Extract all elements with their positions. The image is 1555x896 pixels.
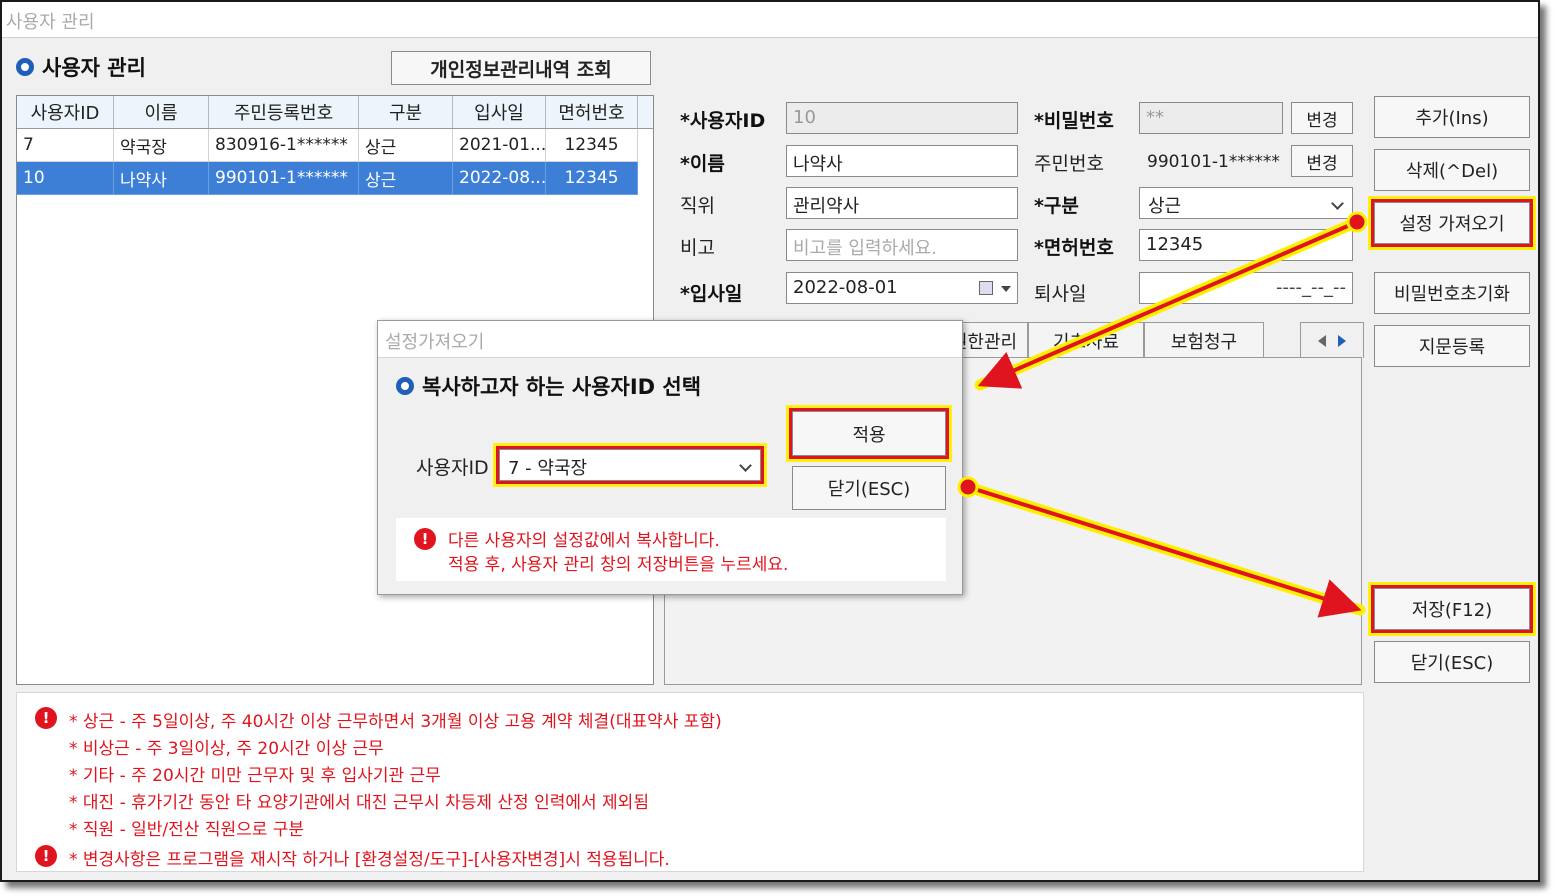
cell-name: 나약사 [114,162,209,195]
warning-icon: ! [35,845,57,867]
col-license[interactable]: 면허번호 [546,96,638,128]
memo-field[interactable]: 비고를 입력하세요. [786,229,1018,261]
fingerprint-button[interactable]: 지문등록 [1374,325,1530,367]
cell-join-date: 2022-08... [453,162,546,195]
tab-scroll-buttons [1300,322,1364,358]
tab-insurance-claim[interactable]: 보험청구 [1144,322,1264,358]
password-change-button[interactable]: 변경 [1291,102,1353,134]
delete-button[interactable]: 삭제(^Del) [1374,149,1530,191]
note-substitute: * 대진 - 휴가기간 동안 타 요양기관에서 대진 근무시 차등제 산정 인력… [69,793,649,813]
arrow-right-icon[interactable] [1338,334,1346,347]
cell-user-id: 10 [17,162,114,195]
cell-license: 12345 [546,162,638,195]
password-label: *비밀번호 [1034,110,1114,132]
notes-panel: ! * 상근 - 주 5일이상, 주 40시간 이상 근무하면서 3개월 이상 … [16,692,1364,872]
name-field[interactable]: 나약사 [786,145,1018,177]
join-date-value: 2022-08-01 [793,277,898,298]
chevron-down-icon [1331,197,1344,210]
note-apply-changes: * 변경사항은 프로그램을 재시작 하거나 [환경설정/도구]-[사용자변경]시… [69,850,670,870]
arrow-left-icon[interactable] [1318,334,1326,347]
rrn-change-button[interactable]: 변경 [1291,145,1353,177]
rrn-value: 990101-1****** [1147,152,1280,172]
window-title: 사용자 관리 [6,12,95,33]
leave-date-field[interactable]: ----_--_-- [1139,272,1353,304]
close-button[interactable]: 닫기(ESC) [1374,641,1530,683]
user-management-window: 사용자 관리 사용자 관리 개인정보관리내역 조회 사용자ID 이름 주민등록번… [0,0,1540,882]
note-fulltime: * 상근 - 주 5일이상, 주 40시간 이상 근무하면서 3개월 이상 고용… [69,712,722,732]
dialog-close-button[interactable]: 닫기(ESC) [792,466,946,510]
col-name[interactable]: 이름 [114,96,209,128]
source-user-select[interactable]: 7 - 약국장 [496,446,764,484]
cell-join-date: 2021-01... [453,129,546,162]
section-title-text: 사용자 관리 [42,56,146,80]
rrn-label: 주민번호 [1034,153,1104,175]
chevron-down-icon [739,459,752,472]
table-row-selected[interactable]: 10 나약사 990101-1****** 상근 2022-08... 1234… [17,162,653,195]
license-field[interactable]: 12345 [1139,229,1353,261]
join-date-label: *입사일 [680,283,743,305]
save-button[interactable]: 저장(F12) [1371,585,1533,633]
cell-user-id: 7 [17,129,114,162]
tab-base-data[interactable]: 기초자료 [1028,322,1144,358]
add-button[interactable]: 추가(Ins) [1374,96,1530,138]
user-id-label: *사용자ID [680,110,766,132]
col-type[interactable]: 구분 [359,96,453,128]
note-staff: * 직원 - 일반/전산 직원으로 구분 [69,820,305,840]
position-field[interactable]: 관리약사 [786,187,1018,219]
cell-license: 12345 [546,129,638,162]
type-select-value: 상근 [1148,196,1182,217]
warning-icon: ! [414,528,436,550]
import-settings-button[interactable]: 설정 가져오기 [1371,199,1533,247]
bullet-icon [396,377,414,395]
leave-date-label: 퇴사일 [1034,283,1087,305]
cell-rrn: 830916-1****** [209,129,359,162]
col-user-id[interactable]: 사용자ID [17,96,114,128]
join-date-field[interactable]: 2022-08-01 [786,272,1018,304]
dialog-title: 설정가져오기 [385,332,485,353]
type-label: *구분 [1034,195,1079,217]
grid-header: 사용자ID 이름 주민등록번호 구분 입사일 면허번호 [17,96,653,129]
table-row[interactable]: 7 약국장 830916-1****** 상근 2021-01... 12345 [17,129,653,162]
source-user-select-value: 7 - 약국장 [508,458,588,479]
dialog-user-id-label: 사용자ID [416,457,489,479]
dialog-heading-text: 복사하고자 하는 사용자ID 선택 [422,375,702,399]
dialog-warning-line1: 다른 사용자의 설정값에서 복사합니다. [448,531,720,551]
privacy-history-button[interactable]: 개인정보관리내역 조회 [391,51,651,85]
reset-password-button[interactable]: 비밀번호초기화 [1374,272,1530,314]
dialog-titlebar: 설정가져오기 [378,321,962,358]
name-label: *이름 [680,153,725,175]
col-rrn[interactable]: 주민등록번호 [209,96,359,128]
dialog-warning-box: ! 다른 사용자의 설정값에서 복사합니다. 적용 후, 사용자 관리 창의 저… [396,518,946,581]
note-other: * 기타 - 주 20시간 미만 근무자 및 후 입사기관 근무 [69,766,441,786]
type-select[interactable]: 상근 [1139,187,1353,219]
apply-button[interactable]: 적용 [789,408,949,459]
import-settings-dialog: 설정가져오기 복사하고자 하는 사용자ID 선택 사용자ID 7 - 약국장 적… [377,320,963,595]
cell-rrn: 990101-1****** [209,162,359,195]
dropdown-arrow-icon[interactable] [1001,286,1011,292]
memo-label: 비고 [680,237,715,259]
password-field: ** [1139,102,1283,134]
cell-name: 약국장 [114,129,209,162]
cell-type: 상근 [359,162,453,195]
calendar-icon[interactable] [979,281,993,295]
license-label: *면허번호 [1034,237,1114,259]
bullet-icon [16,58,34,76]
cell-type: 상근 [359,129,453,162]
dialog-heading: 복사하고자 하는 사용자ID 선택 [396,371,701,401]
note-parttime: * 비상근 - 주 3일이상, 주 20시간 이상 근무 [69,739,384,759]
window-titlebar: 사용자 관리 [2,2,1538,38]
section-title: 사용자 관리 [16,52,146,82]
col-join-date[interactable]: 입사일 [453,96,546,128]
dialog-warning-line2: 적용 후, 사용자 관리 창의 저장버튼을 누르세요. [448,555,789,575]
position-label: 직위 [680,195,715,217]
user-id-field: 10 [786,102,1018,134]
warning-icon: ! [35,707,57,729]
